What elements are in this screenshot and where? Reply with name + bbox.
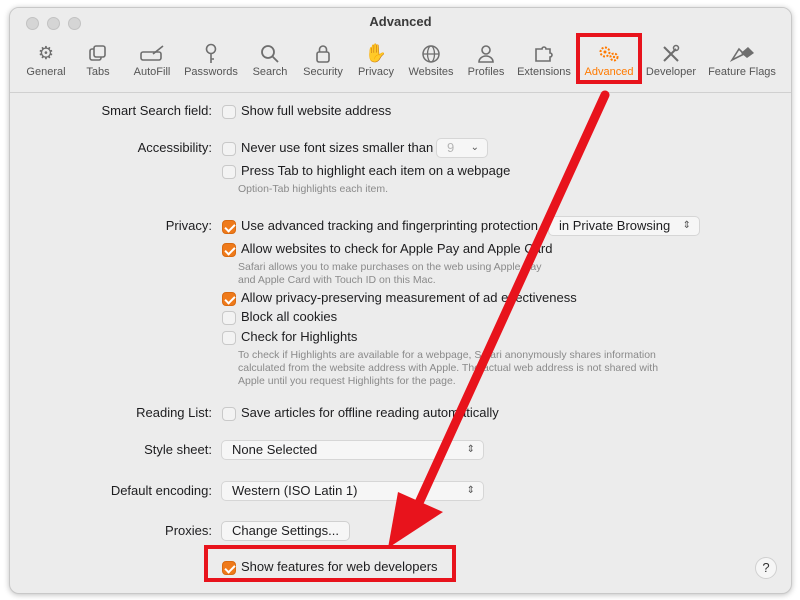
annotation-arrow xyxy=(388,90,610,548)
arrow-head xyxy=(388,492,443,548)
arrow-shaft xyxy=(413,90,610,510)
